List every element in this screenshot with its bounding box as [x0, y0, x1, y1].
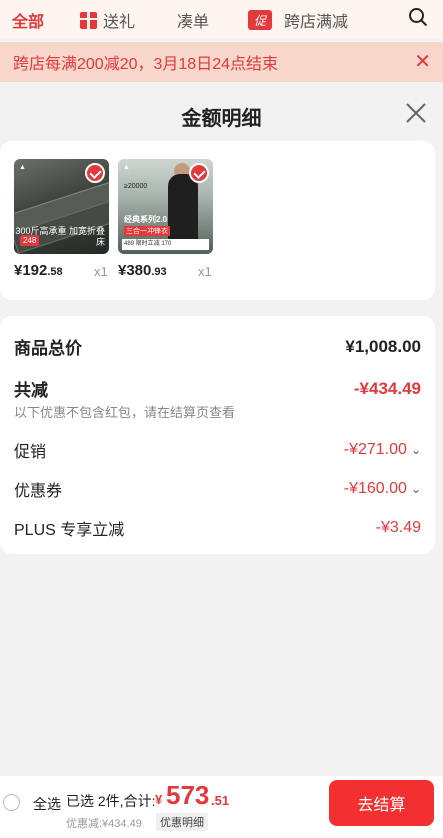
image-caption: ≥20000 [124, 183, 148, 190]
promotion-row[interactable]: 促销 -¥271.00 ⌄ [14, 438, 421, 462]
total-reduce-row: 共减 -¥434.49 [14, 376, 421, 401]
search-icon[interactable] [408, 7, 428, 27]
product-qty: x1 [198, 264, 212, 279]
amount-detail-sheet: 金额明细 ▲ 248 300斤高承重 加宽折叠床 ¥192.58 x1 ▲ ≥2… [0, 84, 443, 838]
tab-gift-label: 送礼 [103, 14, 136, 31]
total-price-label: 商品总价 [14, 339, 82, 358]
chevron-down-icon[interactable]: ⌄ [411, 443, 421, 457]
select-all-label[interactable]: 全选 [33, 794, 61, 814]
chevron-down-icon[interactable]: ⌄ [411, 482, 421, 496]
product-qty: x1 [94, 264, 108, 279]
tab-gift[interactable]: 送礼 [80, 8, 135, 32]
promo-icon: 促 [248, 10, 272, 30]
product-list-card: ▲ 248 300斤高承重 加宽折叠床 ¥192.58 x1 ▲ ≥20000 … [0, 141, 435, 300]
total-price-value: ¥1,008.00 [345, 336, 421, 356]
tab-all[interactable]: 全部 [12, 8, 44, 32]
discount-detail-link[interactable]: 优惠明细 [156, 813, 208, 831]
selected-summary: 已选 2件,合计: [66, 793, 156, 809]
image-caption: 经典系列2.0 [124, 215, 168, 224]
plus-discount-row: PLUS 专享立减 -¥3.49 [14, 516, 421, 540]
tab-cross-store-label: 跨店满减 [284, 14, 349, 31]
brand-logo-icon: ▲ [19, 164, 26, 171]
top-nav: 全部 送礼 凑单 促 跨店满减 [0, 0, 443, 38]
plus-discount-label: PLUS 专享立减 [14, 522, 125, 539]
total-amount-dec: .51 [211, 793, 230, 808]
product-selected-check-icon[interactable] [85, 163, 105, 183]
select-all-radio[interactable] [3, 794, 20, 811]
image-caption: 489 限时立减 170 [122, 239, 209, 250]
image-caption: 300斤高承重 加宽折叠床 [15, 226, 105, 247]
total-amount-int: 573 [166, 780, 210, 810]
coupon-value: -¥160.00 [343, 480, 407, 497]
promo-notice-text: 跨店每满200减20，3月18日24点结束 [13, 56, 278, 73]
promotion-value: -¥271.00 [343, 441, 407, 458]
gift-icon [80, 11, 97, 29]
coupon-row[interactable]: 优惠券 -¥160.00 ⌄ [14, 477, 421, 501]
product-price: ¥192.58 [14, 262, 63, 279]
amount-summary-card: 商品总价 ¥1,008.00 共减 -¥434.49 以下优惠不包含红包，请在结… [0, 316, 435, 554]
reduce-note: 以下优惠不包含红包，请在结算页查看 [14, 405, 236, 420]
image-caption: 三合一冲锋衣 [124, 226, 170, 236]
total-price-row: 商品总价 ¥1,008.00 [14, 334, 421, 359]
total-reduce-value: -¥434.49 [353, 378, 421, 398]
plus-discount-value: -¥3.49 [375, 519, 421, 536]
notice-close-icon[interactable]: ✕ [414, 52, 431, 72]
product-image-folding-bed[interactable]: ▲ 248 300斤高承重 加宽折叠床 [14, 159, 109, 254]
close-icon[interactable] [405, 102, 427, 124]
sheet-title: 金额明细 [181, 108, 262, 130]
product-price: ¥380.93 [118, 262, 167, 279]
checkout-bar: 全选 已选 2件,合计: ¥ 573 .51 优惠减:¥434.49 优惠明细 … [0, 776, 443, 838]
tab-cross-store[interactable]: 促 跨店满减 [248, 8, 348, 32]
checkout-button[interactable]: 去结算 [329, 780, 434, 826]
product-selected-check-icon[interactable] [189, 163, 209, 183]
product-image-jacket[interactable]: ▲ ≥20000 经典系列2.0 三合一冲锋衣 489 限时立减 170 [118, 159, 213, 254]
coupon-label: 优惠券 [14, 483, 63, 500]
promo-notice-bar: 跨店每满200减20，3月18日24点结束 ✕ [0, 42, 443, 82]
discount-summary: 优惠减:¥434.49 [66, 818, 142, 830]
total-reduce-label: 共减 [14, 381, 48, 400]
tab-bundle[interactable]: 凑单 [177, 8, 209, 32]
brand-logo-icon: ▲ [123, 164, 130, 171]
total-currency: ¥ [155, 792, 163, 807]
promotion-label: 促销 [14, 444, 47, 461]
